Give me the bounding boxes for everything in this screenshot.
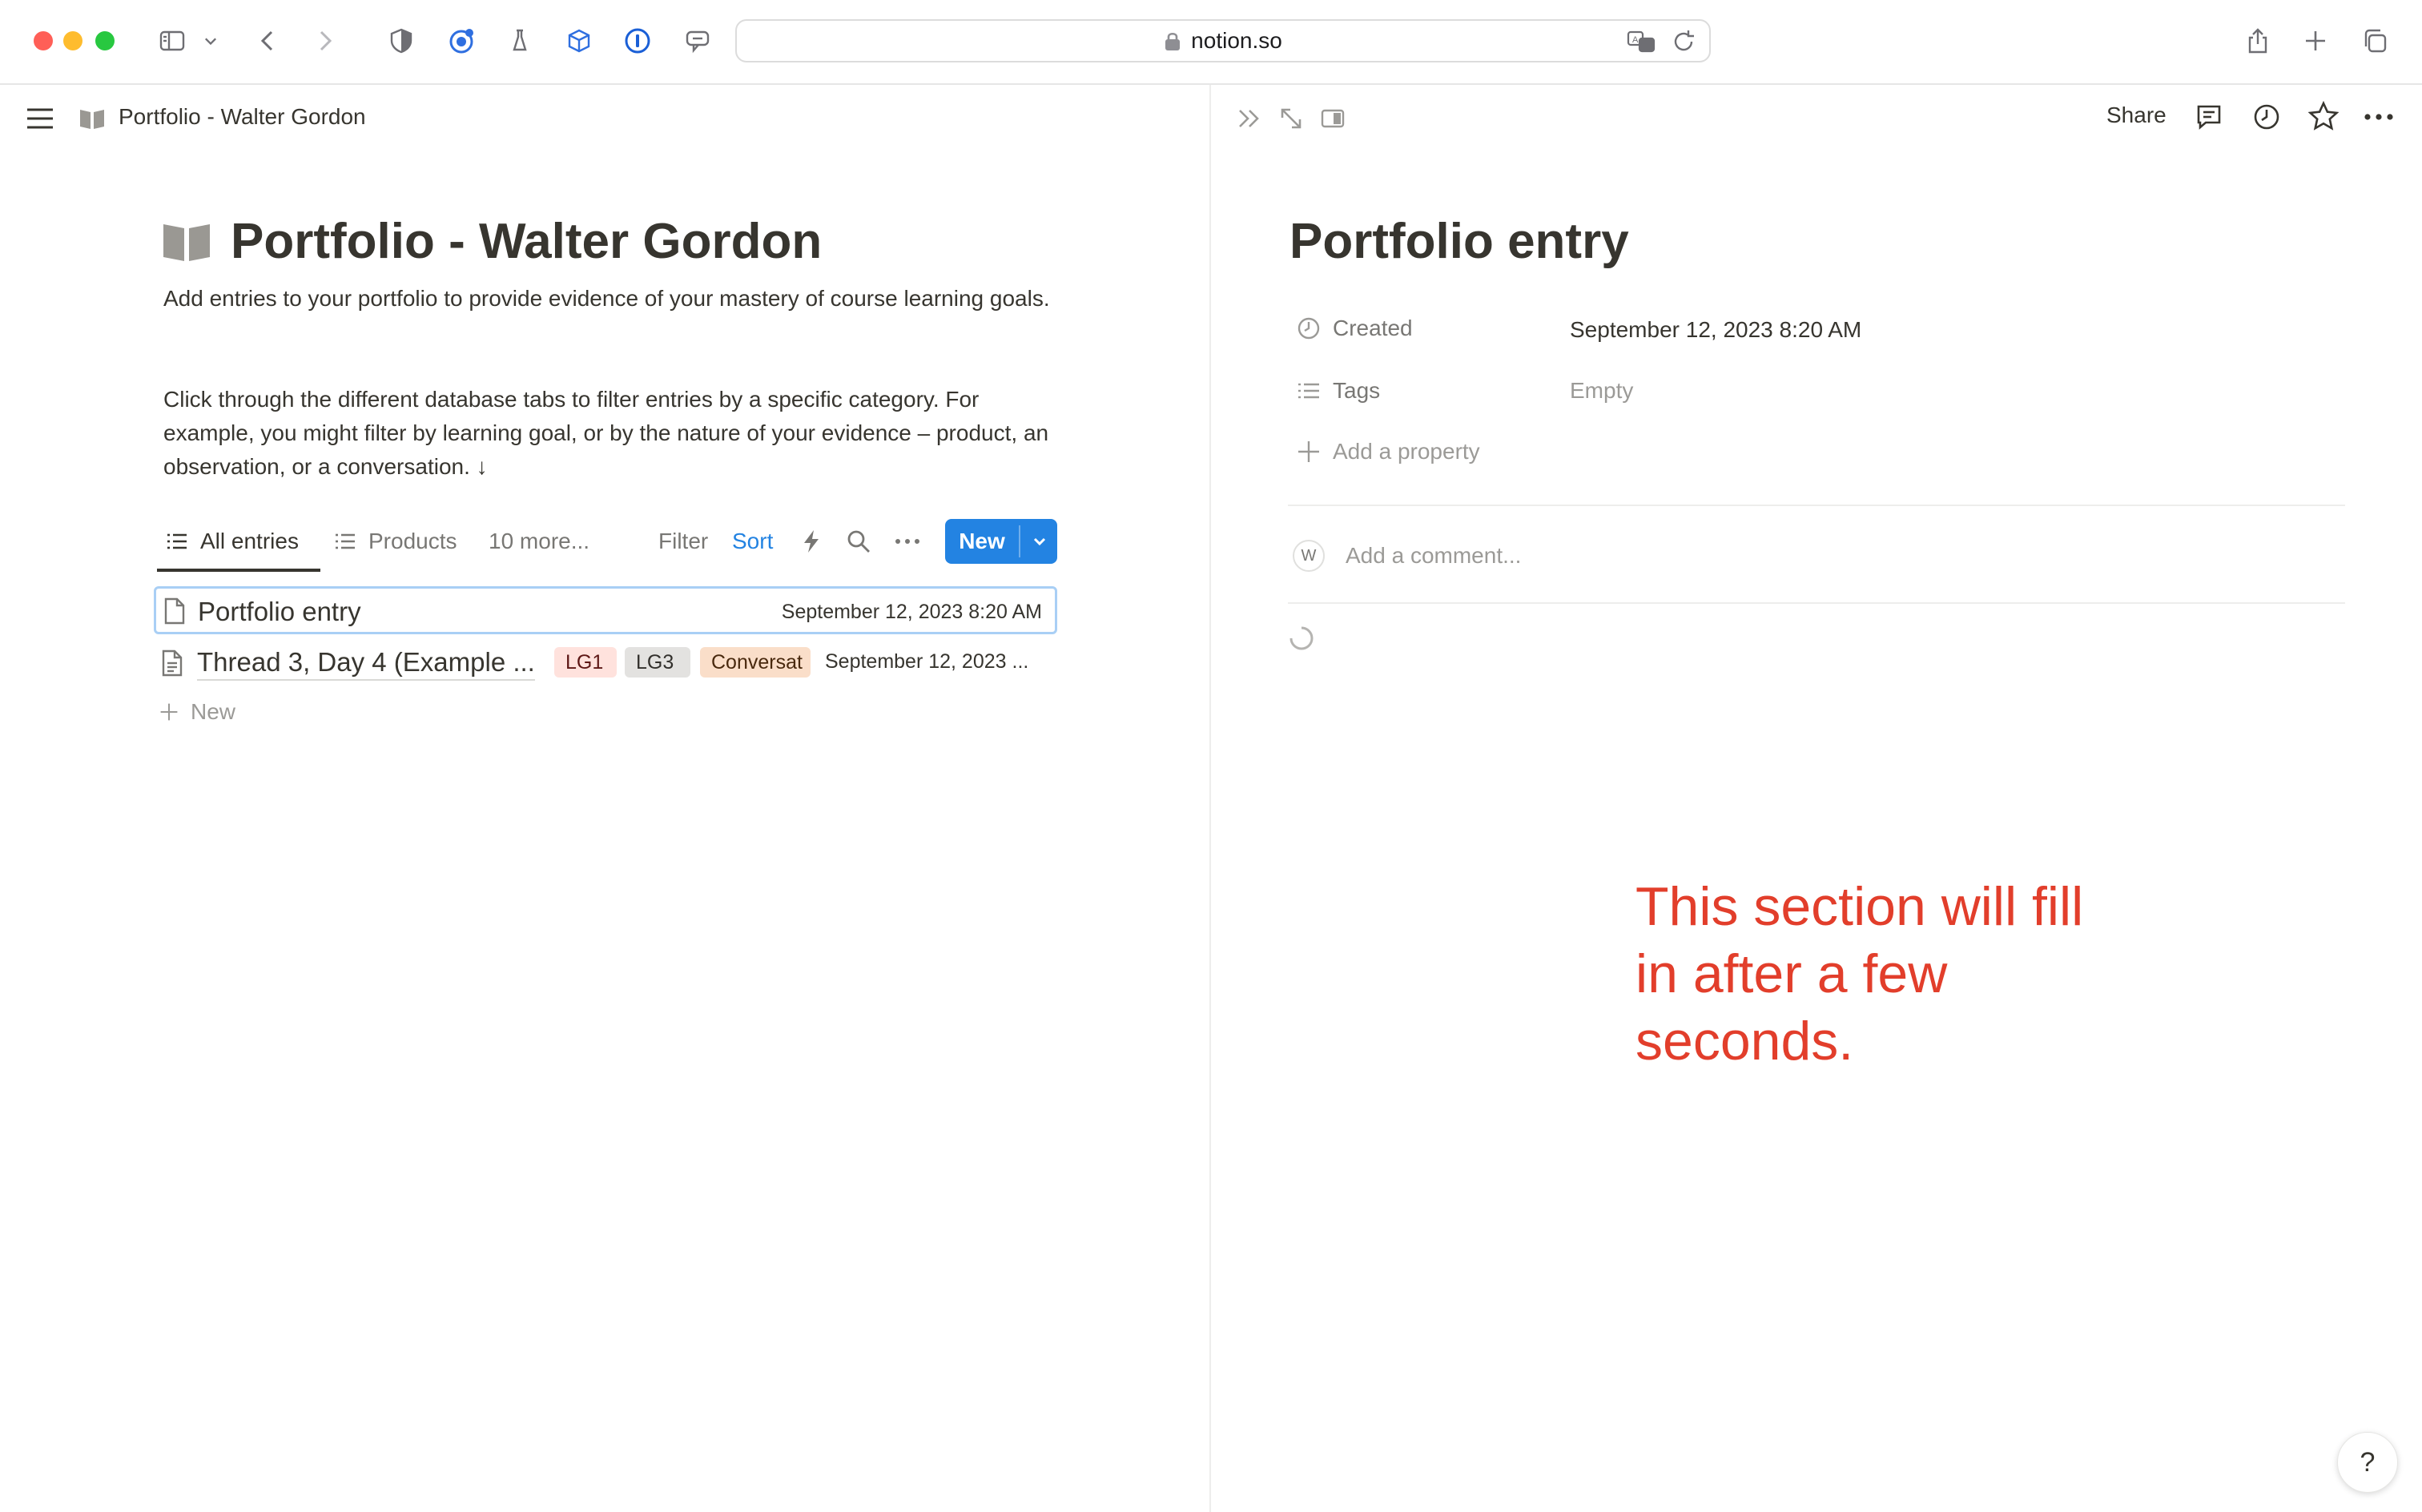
translate-icon[interactable]: A xyxy=(1626,27,1658,56)
clock-icon xyxy=(1298,317,1320,340)
chevron-down-icon[interactable] xyxy=(199,22,223,59)
page-book-icon[interactable] xyxy=(162,221,211,263)
tab-products[interactable]: Products xyxy=(333,522,457,561)
filter-button[interactable]: Filter xyxy=(658,522,708,561)
hamburger-menu-icon[interactable] xyxy=(24,106,56,131)
sidebar-toggle-icon[interactable] xyxy=(154,22,191,59)
row-date: September 12, 2023 ... xyxy=(825,650,1029,673)
tab-label: Products xyxy=(368,529,457,553)
extension-bottle-icon[interactable] xyxy=(501,22,538,59)
entry-title[interactable]: Portfolio entry xyxy=(1289,213,1629,270)
address-bar[interactable]: notion.so A xyxy=(735,19,1711,62)
extension-cube-icon[interactable] xyxy=(561,22,597,59)
minimize-window-button[interactable] xyxy=(63,31,82,50)
comment-input[interactable]: Add a comment... xyxy=(1346,543,1521,569)
zoom-window-button[interactable] xyxy=(95,31,115,50)
svg-text:A: A xyxy=(1632,35,1639,45)
table-row[interactable]: Portfolio entry September 12, 2023 8:20 … xyxy=(154,586,1057,634)
tag-conversation: Conversat xyxy=(700,647,811,678)
sort-button[interactable]: Sort xyxy=(732,522,773,561)
new-dropdown-chevron-icon[interactable] xyxy=(1022,519,1057,564)
new-row-button[interactable]: New xyxy=(159,698,235,726)
divider xyxy=(1288,505,2345,506)
tag-lg3: LG3 xyxy=(625,647,690,678)
browser-toolbar: notion.so A xyxy=(0,0,2422,85)
tab-all-entries[interactable]: All entries xyxy=(165,522,299,561)
share-icon[interactable] xyxy=(2239,22,2276,59)
new-tab-icon[interactable] xyxy=(2297,22,2334,59)
add-property-label: Add a property xyxy=(1333,439,1480,464)
avatar: W xyxy=(1293,540,1325,572)
row-title[interactable]: Portfolio entry xyxy=(198,597,361,627)
list-icon xyxy=(1298,383,1319,399)
plus-icon xyxy=(1298,441,1319,462)
tags-value[interactable]: Empty xyxy=(1570,378,1633,404)
property-label: Tags xyxy=(1333,378,1381,403)
pane-divider[interactable] xyxy=(1209,85,1211,1512)
button-divider xyxy=(1019,525,1020,557)
address-text: notion.so xyxy=(737,21,1709,61)
side-peek-icon[interactable] xyxy=(1320,107,1346,130)
close-window-button[interactable] xyxy=(34,31,53,50)
close-peek-icon[interactable] xyxy=(1237,106,1262,131)
new-button-group: New xyxy=(945,519,1057,564)
page-description-2[interactable]: Click through the different database tab… xyxy=(163,383,1068,484)
search-icon[interactable] xyxy=(846,529,871,554)
property-tags[interactable]: Tags xyxy=(1296,378,1380,404)
automation-lightning-icon[interactable] xyxy=(799,529,823,554)
tab-label: All entries xyxy=(200,529,299,553)
tag-lg1: LG1 xyxy=(554,647,617,678)
more-options-icon[interactable] xyxy=(894,529,921,554)
add-property-button[interactable]: Add a property xyxy=(1296,439,1480,464)
share-button[interactable]: Share xyxy=(2106,103,2167,128)
property-label: Created xyxy=(1333,316,1413,340)
row-date: September 12, 2023 8:20 AM xyxy=(781,601,1042,623)
lock-icon xyxy=(1165,32,1181,50)
created-value[interactable]: September 12, 2023 8:20 AM xyxy=(1570,317,1861,343)
help-button[interactable]: ? xyxy=(2337,1432,2398,1493)
forward-icon[interactable] xyxy=(306,22,343,59)
plus-icon xyxy=(160,703,178,721)
page-icon xyxy=(160,649,184,678)
page-icon xyxy=(163,597,187,625)
breadcrumb[interactable]: Portfolio - Walter Gordon xyxy=(119,104,366,130)
divider xyxy=(1288,602,2345,604)
property-created[interactable]: Created xyxy=(1296,316,1413,341)
url-text: notion.so xyxy=(1191,28,1282,53)
back-icon[interactable] xyxy=(250,22,287,59)
loading-note: This section will fill in after a few se… xyxy=(1635,876,2084,1072)
list-icon xyxy=(336,533,355,549)
expand-icon[interactable] xyxy=(1278,106,1304,131)
new-row-label: New xyxy=(191,699,236,724)
list-icon xyxy=(167,533,187,549)
active-tab-underline xyxy=(157,569,320,572)
tab-more[interactable]: 10 more... xyxy=(489,522,589,561)
book-icon xyxy=(78,107,106,130)
reload-icon[interactable] xyxy=(1671,29,1696,54)
comments-icon[interactable] xyxy=(2195,103,2223,131)
loading-spinner-icon xyxy=(1288,625,1315,652)
password-manager-icon[interactable] xyxy=(619,22,656,59)
extension-chat-icon[interactable] xyxy=(679,22,716,59)
page-more-icon[interactable] xyxy=(2363,104,2395,130)
page-title[interactable]: Portfolio - Walter Gordon xyxy=(231,213,822,270)
favorite-star-icon[interactable] xyxy=(2307,100,2340,131)
page-description-1[interactable]: Add entries to your portfolio to provide… xyxy=(163,282,1068,316)
extension-blue-circle-icon[interactable] xyxy=(443,22,480,59)
tab-overview-icon[interactable] xyxy=(2356,22,2393,59)
new-button[interactable]: New xyxy=(945,519,1019,564)
row-title[interactable]: Thread 3, Day 4 (Example ... xyxy=(197,647,535,681)
history-clock-icon[interactable] xyxy=(2252,103,2281,131)
privacy-shield-icon[interactable] xyxy=(383,22,420,59)
